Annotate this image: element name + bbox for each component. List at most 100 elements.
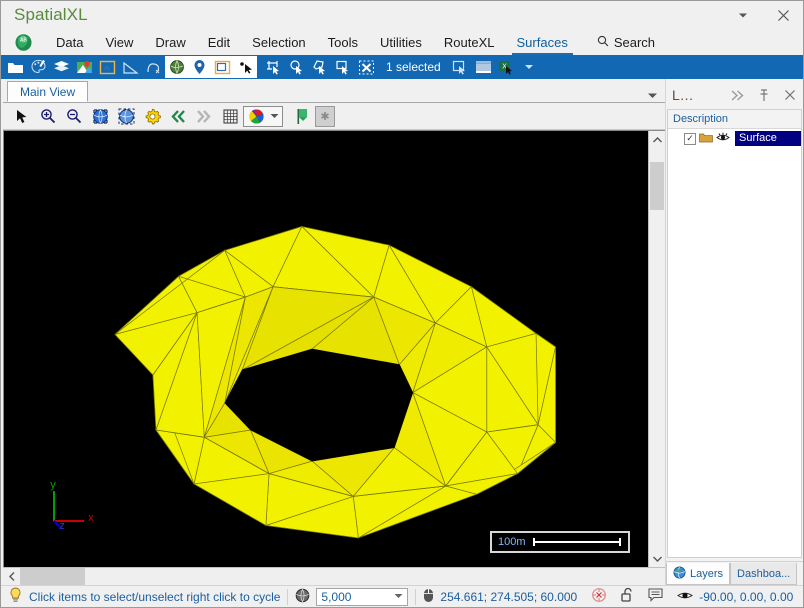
mouse-icon	[423, 588, 434, 606]
tab-layers[interactable]: Layers	[666, 563, 731, 585]
search-box[interactable]: Search	[579, 29, 665, 55]
zoom-in-icon[interactable]	[35, 105, 61, 128]
scale-value: 5,000	[321, 589, 352, 604]
layers-panel-buttons	[725, 83, 803, 107]
zoom-out-icon[interactable]	[61, 105, 87, 128]
select-point-icon[interactable]	[234, 56, 257, 78]
boundary-icon[interactable]	[96, 56, 119, 78]
scroll-down-icon[interactable]	[649, 550, 665, 567]
main-toolbar: 1 selected X	[1, 55, 803, 79]
color-palette-group	[243, 105, 283, 128]
select-circle-icon[interactable]	[286, 56, 309, 78]
close-icon[interactable]	[777, 83, 803, 107]
copy-selection-icon[interactable]	[449, 56, 472, 78]
view-toolbar: ✱	[3, 103, 665, 130]
window-controls	[723, 1, 803, 29]
eye-icon[interactable]	[716, 130, 730, 148]
menu-item-tools[interactable]: Tools	[317, 29, 369, 55]
viewport-container: y x z 100m	[3, 130, 665, 567]
lightbulb-icon	[8, 587, 23, 606]
list-item[interactable]: ✓ Surface	[668, 129, 801, 148]
title-bar: SpatialXL	[1, 1, 803, 29]
crosshair-icon[interactable]	[591, 587, 607, 606]
note-toggle[interactable]	[641, 586, 670, 607]
menu-label: Utilities	[380, 34, 422, 50]
arrow-select-icon[interactable]	[9, 105, 35, 128]
main-body: Main View ✱ y x z 100m L... Description …	[1, 79, 803, 585]
menu-item-data[interactable]: Data	[45, 29, 94, 55]
scale-input[interactable]: 5,000	[316, 587, 409, 606]
globe-icon	[673, 566, 686, 582]
menu-item-view[interactable]: View	[94, 29, 144, 55]
3d-viewport[interactable]: y x z 100m	[4, 131, 648, 567]
app-logo-icon[interactable]: AB	[1, 29, 45, 55]
globe-zoom-selected-icon[interactable]	[113, 105, 139, 128]
expand-right-icon[interactable]	[725, 83, 751, 107]
table-view-icon[interactable]	[472, 56, 495, 78]
toolbar-overflow-icon[interactable]	[518, 56, 541, 78]
scroll-up-icon[interactable]	[649, 131, 665, 148]
lock-toggle[interactable]	[614, 586, 641, 607]
note-icon[interactable]	[648, 588, 663, 605]
green-flag-icon[interactable]	[289, 105, 315, 128]
star-icon[interactable]: ✱	[315, 105, 335, 127]
status-bar: Click items to select/unselect right cli…	[1, 585, 803, 607]
layers-list: Description ✓ Surface	[667, 109, 802, 558]
document-pane: Main View ✱ y x z 100m	[1, 79, 665, 585]
layer-visibility-checkbox[interactable]: ✓	[684, 132, 696, 145]
palette-dropdown-icon[interactable]	[267, 105, 281, 128]
tab-main-view[interactable]: Main View	[7, 81, 89, 102]
select-rect-icon[interactable]	[263, 56, 286, 78]
panel-tabs: Layers Dashboa...	[666, 561, 803, 585]
tabs-overflow-icon[interactable]	[639, 92, 665, 102]
tab-label: Dashboa...	[737, 567, 791, 580]
viewport-vertical-scrollbar[interactable]	[648, 131, 665, 567]
menu-item-surfaces[interactable]: Surfaces	[506, 29, 579, 55]
grid-icon[interactable]	[217, 105, 243, 128]
next-view-icon[interactable]	[191, 105, 217, 128]
menu-bar: AB Data View Draw Edit Selection Tools U…	[1, 29, 803, 55]
chevron-down-icon[interactable]	[394, 593, 403, 601]
menu-label: Tools	[327, 34, 359, 50]
clear-selection-icon[interactable]	[355, 56, 378, 78]
layers-panel: L... Description ✓ Surface Layers Dashbo…	[665, 79, 803, 585]
unlocked-padlock-icon[interactable]	[621, 587, 634, 606]
layers-panel-title: L...	[672, 87, 694, 103]
application-window: SpatialXL AB Data View Draw Edit Selecti…	[0, 0, 804, 608]
layers-stack-icon[interactable]	[50, 56, 73, 78]
menu-item-selection[interactable]: Selection	[241, 29, 316, 55]
select-box-icon[interactable]	[332, 56, 355, 78]
vertical-scroll-track[interactable]	[649, 148, 665, 550]
label-box-icon[interactable]	[211, 56, 234, 78]
color-palette-icon[interactable]	[245, 105, 267, 128]
palette-tool-icon[interactable]	[27, 56, 50, 78]
location-pin-icon[interactable]	[188, 56, 211, 78]
viewport-horizontal-scrollbar[interactable]	[3, 567, 665, 585]
settings-gear-icon[interactable]	[139, 105, 165, 128]
tab-dashboard[interactable]: Dashboa...	[730, 563, 798, 585]
vertical-scroll-thumb[interactable]	[650, 162, 664, 210]
menu-item-draw[interactable]: Draw	[144, 29, 196, 55]
map-pin-icon[interactable]	[73, 56, 96, 78]
minimize-button[interactable]	[723, 2, 763, 28]
globe-icon[interactable]	[165, 56, 188, 78]
menu-item-utilities[interactable]: Utilities	[369, 29, 433, 55]
selection-status: 1 selected	[386, 60, 441, 74]
polyline-icon[interactable]	[142, 56, 165, 78]
measure-angle-icon[interactable]	[119, 56, 142, 78]
menu-item-routexl[interactable]: RouteXL	[433, 29, 506, 55]
menu-item-edit[interactable]: Edit	[197, 29, 241, 55]
previous-view-icon[interactable]	[165, 105, 191, 128]
surface-mesh	[114, 225, 557, 539]
coordinates-text: 254.661; 274.505; 60.000	[440, 589, 578, 604]
pin-icon[interactable]	[751, 83, 777, 107]
select-polygon-icon[interactable]	[309, 56, 332, 78]
scroll-left-icon[interactable]	[3, 568, 20, 585]
target-toggle[interactable]	[584, 586, 614, 607]
close-button[interactable]	[763, 2, 803, 28]
open-folder-icon[interactable]	[4, 56, 27, 78]
globe-icon	[295, 588, 310, 606]
export-excel-icon[interactable]: X	[495, 56, 518, 78]
globe-zoom-extent-icon[interactable]	[87, 105, 113, 128]
horizontal-scroll-thumb[interactable]	[20, 568, 85, 585]
